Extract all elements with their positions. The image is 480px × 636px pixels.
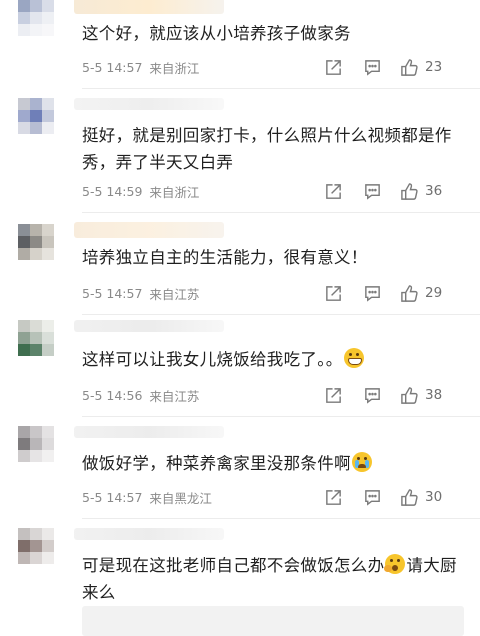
like-count: 29 — [425, 285, 443, 301]
like-button[interactable]: 30 — [400, 486, 454, 508]
comment-icon[interactable] — [363, 486, 382, 508]
avatar[interactable] — [18, 320, 54, 356]
comment-text: 挺好，就是别回家打卡，什么照片什么视频都是作秀，弄了半天又白弄 — [82, 126, 452, 172]
thumbs-up-icon — [401, 488, 418, 506]
scared-emoji — [384, 554, 406, 574]
comment-text: 做饭好学，种菜养禽家里没那条件啊 — [82, 450, 462, 477]
comment-location: 来自浙江 — [149, 60, 200, 76]
avatar[interactable] — [18, 0, 54, 36]
like-count: 30 — [425, 489, 443, 505]
more-replies-bar[interactable] — [82, 606, 464, 636]
share-icon[interactable] — [324, 180, 343, 202]
comment-time: 5-5 14:59 — [82, 183, 143, 199]
username[interactable] — [74, 320, 224, 332]
comment-text: 培养独立自主的生活能力，很有意义！ — [82, 248, 368, 267]
divider — [82, 212, 480, 213]
thumbs-up-icon — [401, 182, 418, 200]
comment-meta: 5-5 14:59 来自浙江 36 — [82, 180, 470, 202]
username[interactable] — [74, 222, 224, 238]
comment-time: 5-5 14:57 — [82, 489, 143, 505]
comment-text-content: 可是现在这批老师自己都不会做饭怎么办 — [82, 556, 385, 575]
comment-location: 来自江苏 — [149, 388, 200, 404]
comment-icon[interactable] — [363, 282, 382, 304]
like-count: 36 — [425, 183, 443, 199]
avatar[interactable] — [18, 98, 54, 134]
comment-meta: 5-5 14:56 来自江苏 38 — [82, 384, 470, 406]
username[interactable] — [74, 528, 224, 540]
divider — [82, 518, 480, 519]
comment-meta: 5-5 14:57 来自浙江 23 — [82, 56, 470, 78]
thumbs-up-icon — [401, 58, 418, 76]
grin-emoji — [343, 348, 364, 368]
username[interactable] — [74, 98, 224, 110]
comment-meta: 5-5 14:57 来自江苏 29 — [82, 282, 470, 304]
divider — [82, 314, 480, 315]
like-count: 23 — [425, 59, 443, 75]
comment-icon[interactable] — [363, 384, 382, 406]
avatar[interactable] — [18, 528, 54, 564]
like-count: 38 — [425, 387, 443, 403]
comment-location: 来自浙江 — [149, 184, 200, 200]
share-icon[interactable] — [324, 486, 343, 508]
comment-time: 5-5 14:57 — [82, 285, 143, 301]
comment-text: 这个好，就应该从小培养孩子做家务 — [82, 24, 351, 43]
like-button[interactable]: 23 — [400, 56, 454, 78]
comment-text: 这样可以让我女儿烧饭给我吃了。。 — [82, 346, 462, 373]
username[interactable] — [74, 0, 224, 14]
thumbs-up-icon — [401, 284, 418, 302]
comment-text: 可是现在这批老师自己都不会做饭怎么办 请大厨来么 — [82, 552, 462, 606]
comment-text-content: 做饭好学，种菜养禽家里没那条件啊 — [82, 454, 351, 473]
share-icon[interactable] — [324, 56, 343, 78]
comment-location: 来自黑龙江 — [149, 490, 212, 506]
comment-meta: 5-5 14:57 来自黑龙江 30 — [82, 486, 470, 508]
comment-icon[interactable] — [363, 56, 382, 78]
comment-location: 来自江苏 — [149, 286, 200, 302]
comment-time: 5-5 14:56 — [82, 387, 143, 403]
comment-text-content: 这样可以让我女儿烧饭给我吃了。。 — [82, 350, 343, 369]
comment-time: 5-5 14:57 — [82, 59, 143, 75]
like-button[interactable]: 38 — [400, 384, 454, 406]
like-button[interactable]: 29 — [400, 282, 454, 304]
divider — [82, 88, 480, 89]
thumbs-up-icon — [401, 386, 418, 404]
avatar[interactable] — [18, 224, 54, 260]
username[interactable] — [74, 426, 224, 438]
avatar[interactable] — [18, 426, 54, 462]
like-button[interactable]: 36 — [400, 180, 454, 202]
crying-emoji — [351, 452, 372, 472]
comment-icon[interactable] — [363, 180, 382, 202]
share-icon[interactable] — [324, 384, 343, 406]
share-icon[interactable] — [324, 282, 343, 304]
divider — [82, 416, 480, 417]
